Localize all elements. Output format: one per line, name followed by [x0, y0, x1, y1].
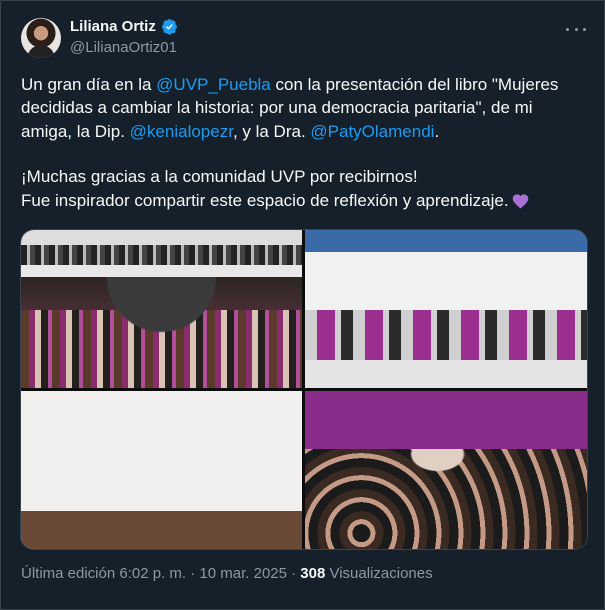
author-name[interactable]: Liliana Ortiz — [70, 18, 156, 35]
tweet-paragraph-2: ¡Muchas gracias a la comunidad UVP por r… — [21, 167, 418, 187]
verified-badge-icon — [161, 19, 177, 35]
photo-student-question[interactable] — [305, 391, 587, 549]
author-row: Liliana Ortiz — [70, 18, 178, 35]
more-options-icon[interactable] — [566, 19, 586, 39]
purple-heart-icon — [512, 193, 528, 209]
tweet-paragraph-3: Fue inspirador compartir este espacio de… — [21, 189, 581, 212]
edited-timestamp[interactable]: Última edición 6:02 p. m. · 10 mar. 2025… — [21, 565, 300, 582]
views-label: Visualizaciones — [325, 565, 433, 582]
text-segment: Fue inspirador compartir este espacio de… — [21, 190, 509, 210]
author-handle[interactable]: @LilianaOrtiz01 — [70, 39, 177, 56]
tweet-card[interactable]: Liliana Ortiz @LilianaOrtiz01 Un gran dí… — [0, 0, 605, 610]
text-segment: Un gran día en la — [21, 75, 157, 94]
photo-panel-discussion[interactable] — [21, 391, 302, 549]
mention-patyolamendi[interactable]: @PatyOlamendi — [310, 122, 434, 141]
tweet-text: Un gran día en la @UVP_Puebla con la pre… — [21, 73, 581, 212]
views-count[interactable]: 308 — [300, 565, 325, 582]
tweet-paragraph-1: Un gran día en la @UVP_Puebla con la pre… — [21, 73, 581, 143]
photo-audience-auditorium[interactable] — [21, 230, 302, 388]
mention-kenialopezr[interactable]: @kenialopezr — [130, 122, 233, 141]
mention-uvp-puebla[interactable]: @UVP_Puebla — [156, 75, 271, 94]
text-segment: , y la Dra. — [232, 121, 311, 141]
media-grid[interactable] — [20, 229, 588, 550]
text-segment: . — [434, 121, 440, 141]
tweet-footer: Última edición 6:02 p. m. · 10 mar. 2025… — [21, 565, 433, 582]
photo-group-fototeca[interactable] — [305, 230, 587, 388]
avatar[interactable] — [21, 18, 61, 58]
